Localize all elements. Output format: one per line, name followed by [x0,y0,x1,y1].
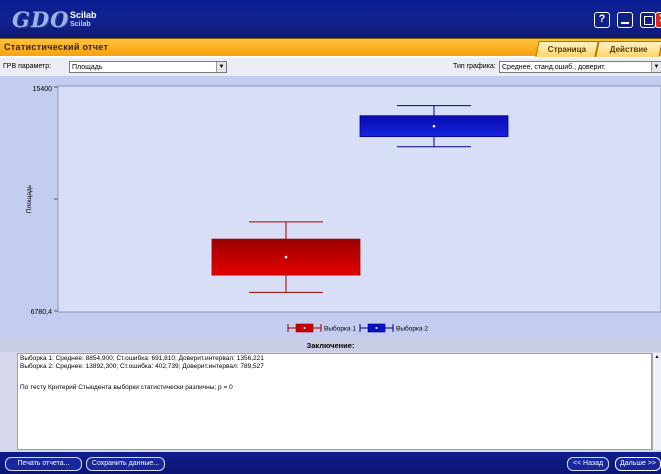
mean-marker-2 [432,124,436,128]
mean-marker-1 [284,255,288,259]
report-header: Статистический отчет Страница Действие [0,38,661,57]
gdo-logo: GDO [12,7,70,32]
scilab-logo-reflection: Scilab [70,21,91,28]
conclusion-panel: Выборка 1: Среднее: 8854,900; Ст.ошибка:… [0,352,661,452]
conclusion-line-sample-1: Выборка 1: Среднее: 8854,900; Ст.ошибка:… [20,355,264,362]
conclusion-blank-line [20,371,649,384]
grv-parameter-select[interactable]: Площадь ▼ [69,61,227,73]
legend-mean-dot-2 [375,327,378,329]
chart-legend: Выборка 1 Выборка 2 [287,323,428,333]
chart-type-label: Тип графика: [453,63,496,70]
minimize-icon[interactable] [617,12,633,28]
chart-panel: 15400 6780,4 Площадь Выборка 1 Выборка 2 [0,76,661,338]
save-data-button[interactable]: Сохранить данные... [86,457,165,471]
y-tick-top: 15400 [33,86,53,93]
conclusion-header: Заключение: [0,338,661,352]
grv-parameter-label: ГРВ параметр: [3,63,52,70]
chevron-down-icon[interactable]: ▼ [216,62,226,72]
scroll-up-arrow-icon[interactable]: ▲ [653,353,661,361]
tab-page-label: Страница [547,45,586,54]
tab-action[interactable]: Действие [595,41,661,57]
conclusion-textarea[interactable]: Выборка 1: Среднее: 8854,900; Ст.ошибка:… [17,353,652,450]
conclusion-scrollbar[interactable]: ▲ [652,353,661,450]
conclusion-line-sample-2: Выборка 2: Среднее: 13892,300; Ст.ошибка… [20,363,264,370]
plot-area [57,85,661,313]
next-button[interactable]: Дальше >> [615,457,661,471]
boxplot-chart: 15400 6780,4 Площадь Выборка 1 Выборка 2 [26,85,661,333]
y-axis-label: Площадь [26,184,33,213]
legend-label-1: Выборка 1 [324,325,356,333]
scilab-logo-text: Scilab [70,10,97,20]
conclusion-line-test: По тесту Критерий Стьюдента выборки стат… [20,384,233,391]
chart-type-select[interactable]: Среднее, станд.ошиб., доверит. ▼ [499,61,661,73]
scilab-logo: Scilab Scilab [70,11,97,29]
print-report-button[interactable]: Печать отчета... [5,457,82,471]
conclusion-title: Заключение: [306,341,355,350]
tab-action-label: Действие [609,45,648,54]
title-bar: GDO Scilab Scilab ? ✕ [0,0,661,38]
legend-label-2: Выборка 2 [396,325,428,333]
tab-page[interactable]: Страница [535,41,599,57]
maximize-icon[interactable] [640,12,656,28]
page-title: Статистический отчет [4,42,109,52]
grv-parameter-value: Площадь [72,64,103,71]
close-icon[interactable]: ✕ [655,12,661,28]
y-tick-bottom: 6780,4 [31,309,53,316]
parameter-row: ГРВ параметр: Площадь ▼ Тип графика: Сре… [0,58,661,76]
chart-type-value: Среднее, станд.ошиб., доверит. [502,64,606,71]
legend-mean-dot-1 [303,327,306,329]
footer-bar: Печать отчета... Сохранить данные... << … [0,452,661,474]
help-icon[interactable]: ? [594,12,610,28]
back-button[interactable]: << Назад [567,457,609,471]
chevron-down-icon[interactable]: ▼ [651,62,661,72]
